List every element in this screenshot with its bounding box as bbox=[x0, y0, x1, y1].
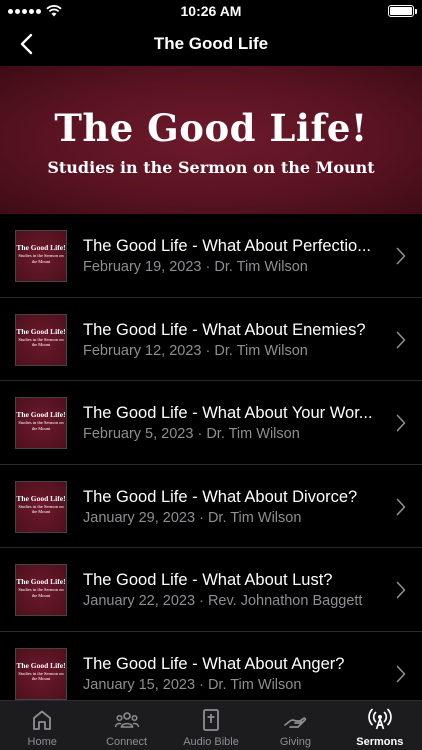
sermon-meta: February 19, 2023 · Dr. Tim Wilson bbox=[83, 259, 308, 275]
sermon-title: The Good Life - What About Your Wor... bbox=[83, 404, 373, 422]
sermon-thumbnail: The Good Life! Studies in the Sermon on … bbox=[15, 564, 67, 616]
chevron-right-icon bbox=[396, 581, 406, 599]
people-icon bbox=[114, 712, 139, 728]
list-item[interactable]: The Good Life! Studies in the Sermon on … bbox=[0, 632, 422, 701]
page-title: The Good Life bbox=[153, 34, 269, 53]
chevron-right-icon bbox=[396, 414, 406, 432]
status-bar: 10:26 AM bbox=[0, 0, 422, 22]
nav-bar: The Good Life bbox=[0, 22, 422, 66]
tab-giving[interactable]: Giving bbox=[253, 701, 337, 750]
sermon-thumbnail: The Good Life! Studies in the Sermon on … bbox=[15, 313, 67, 366]
tab-audio-bible[interactable]: Audio Bible bbox=[169, 701, 253, 750]
tab-bar: Home Connect Audio Bible Giving Sermons bbox=[0, 700, 422, 750]
chevron-right-icon bbox=[396, 247, 406, 265]
sermon-meta: February 5, 2023 · Dr. Tim Wilson bbox=[83, 426, 300, 442]
sermon-title: The Good Life - What About Anger? bbox=[83, 654, 345, 673]
giving-hand-icon bbox=[284, 717, 307, 728]
banner-title: The Good Life! bbox=[54, 106, 368, 150]
sermon-meta: January 15, 2023 · Dr. Tim Wilson bbox=[83, 676, 302, 693]
chevron-right-icon bbox=[396, 331, 406, 348]
sermon-thumbnail: The Good Life! Studies in the Sermon on … bbox=[15, 480, 67, 533]
bible-icon bbox=[203, 709, 219, 731]
sermon-thumbnail: The Good Life! Studies in the Sermon on … bbox=[15, 397, 67, 449]
list-item[interactable]: The Good Life! Studies in the Sermon on … bbox=[0, 465, 422, 548]
list-item[interactable]: The Good Life! Studies in the Sermon on … bbox=[0, 298, 422, 381]
tab-sermons[interactable]: Sermons bbox=[338, 701, 422, 750]
sermon-title: The Good Life - What About Lust? bbox=[83, 571, 333, 589]
series-banner: The Good Life! Studies in the Sermon on … bbox=[0, 66, 422, 214]
sermon-thumbnail: The Good Life! Studies in the Sermon on … bbox=[15, 230, 67, 282]
sermon-thumbnail: The Good Life! Studies in the Sermon on … bbox=[15, 647, 67, 700]
chevron-right-icon bbox=[396, 665, 406, 682]
chevron-right-icon bbox=[396, 498, 406, 515]
sermon-list: The Good Life! Studies in the Sermon on … bbox=[0, 214, 422, 700]
broadcast-icon bbox=[368, 708, 392, 730]
list-item[interactable]: The Good Life! Studies in the Sermon on … bbox=[0, 381, 422, 465]
list-item[interactable]: The Good Life! Studies in the Sermon on … bbox=[0, 214, 422, 298]
tab-connect[interactable]: Connect bbox=[84, 701, 168, 750]
status-time: 10:26 AM bbox=[180, 3, 242, 19]
sermon-title: The Good Life - What About Enemies? bbox=[83, 320, 366, 339]
sermon-title: The Good Life - What About Perfectio... bbox=[83, 237, 371, 255]
list-item[interactable]: The Good Life! Studies in the Sermon on … bbox=[0, 548, 422, 632]
sermon-meta: January 22, 2023 · Rev. Johnathon Bagget… bbox=[83, 593, 363, 609]
sermon-meta: January 29, 2023 · Dr. Tim Wilson bbox=[83, 509, 302, 526]
tab-home[interactable]: Home bbox=[0, 701, 84, 750]
home-icon bbox=[33, 710, 52, 730]
sermon-title: The Good Life - What About Divorce? bbox=[83, 487, 358, 506]
sermon-meta: February 12, 2023 · Dr. Tim Wilson bbox=[83, 342, 308, 359]
banner-subtitle: Studies in the Sermon on the Mount bbox=[47, 158, 375, 177]
battery-icon bbox=[388, 5, 417, 17]
